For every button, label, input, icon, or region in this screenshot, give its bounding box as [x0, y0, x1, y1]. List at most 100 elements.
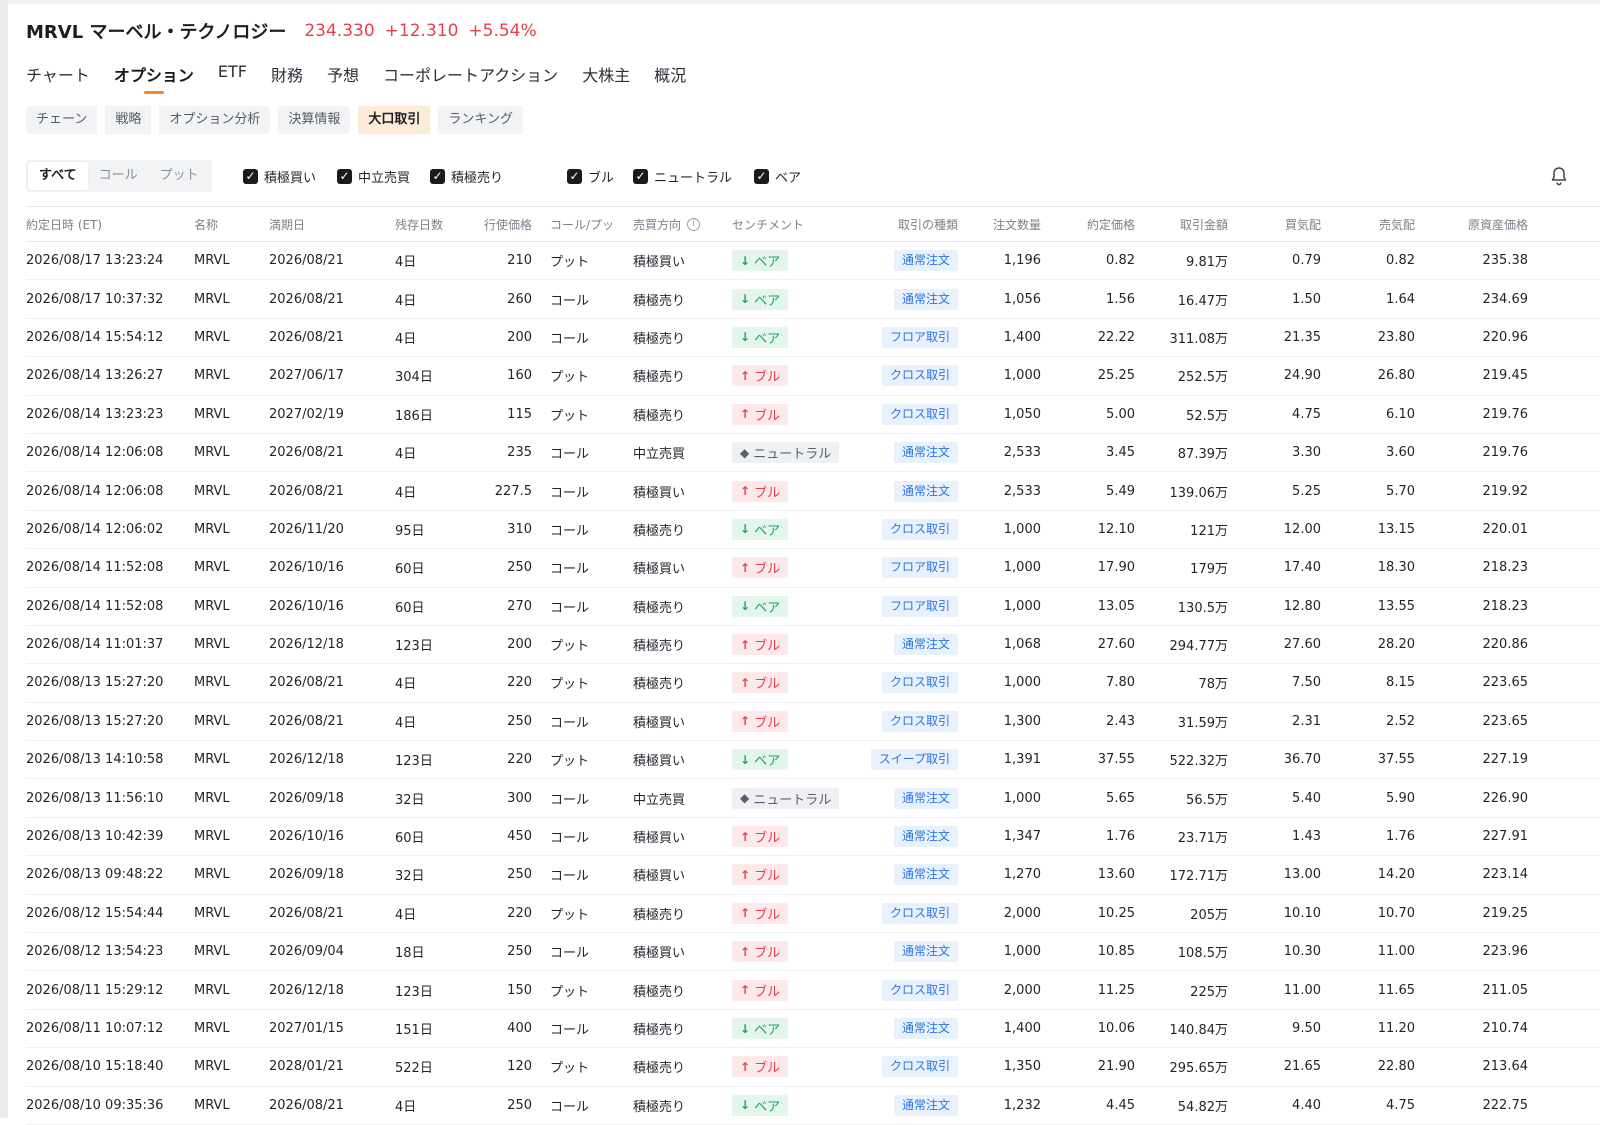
table-row[interactable]: 2026/08/13 14:10:58 MRVL 2026/12/18 123日 220…: [26, 741, 1600, 780]
cell-value: 37.55: [1097, 752, 1135, 768]
column-header[interactable]: 売買方向 i: [633, 207, 733, 241]
tab-item[interactable]: 大株主: [582, 62, 630, 94]
column-header[interactable]: 原資産価格: [1426, 207, 1528, 241]
table-cell: 2,533: [970, 472, 1041, 509]
tab-item[interactable]: コーポレートアクション: [383, 62, 558, 94]
column-header[interactable]: コール/プッ: [550, 207, 628, 241]
checkbox-icon[interactable]: ✓: [567, 168, 582, 184]
table-cell: 36.70: [1236, 741, 1321, 778]
filter-checkbox[interactable]: ✓ ニュートラル: [633, 166, 732, 186]
column-header[interactable]: 満期日: [269, 207, 389, 241]
subtab-item[interactable]: 大口取引: [358, 106, 431, 134]
table-row[interactable]: 2026/08/13 09:48:22 MRVL 2026/09/18 32日 250 コ…: [26, 856, 1600, 895]
cell-value: 22.80: [1377, 1059, 1415, 1075]
table-cell: 123日: [395, 971, 470, 1008]
table-row[interactable]: 2026/08/13 15:27:20 MRVL 2026/08/21 4日 220 プッ…: [26, 664, 1600, 703]
table-cell: 151日: [395, 1010, 470, 1047]
tab-item[interactable]: 財務: [271, 62, 303, 94]
table-cell: ↑ ブル: [732, 856, 862, 893]
checkbox-icon[interactable]: ✓: [430, 168, 445, 184]
table-cell: 2027/02/19: [269, 396, 389, 433]
cell-value: 積極売り: [633, 370, 686, 386]
cell-value: 252.5万: [1177, 370, 1228, 386]
table-row[interactable]: 2026/08/13 10:42:39 MRVL 2026/10/16 60日 450 コ…: [26, 818, 1600, 857]
column-header[interactable]: 行使価格: [466, 207, 532, 241]
checkbox-label: 積極買い: [264, 170, 317, 186]
table-row[interactable]: 2026/08/14 11:01:37 MRVL 2026/12/18 123日 200…: [26, 626, 1600, 665]
table-cell: 積極売り: [633, 280, 733, 317]
table-cell: 2026/08/13 15:27:20: [26, 703, 191, 740]
segment-button[interactable]: プット: [149, 162, 210, 190]
filter-checkbox[interactable]: ✓ ベア: [754, 166, 801, 186]
cell-value: 11.25: [1097, 982, 1135, 998]
subtab-item[interactable]: チェーン: [26, 106, 98, 134]
column-header[interactable]: 注文数量: [970, 207, 1041, 241]
segment-button[interactable]: すべて: [28, 162, 88, 190]
cell-value: プット: [550, 255, 590, 271]
table-cell: 2026/08/17 13:23:24: [26, 242, 191, 279]
filter-checkbox[interactable]: ✓ 積極買い: [243, 166, 316, 186]
table-row[interactable]: 2026/08/12 13:54:23 MRVL 2026/09/04 18日 250 コ…: [26, 933, 1600, 972]
cell-value: コール: [550, 946, 590, 962]
tab-item[interactable]: オプション: [114, 62, 194, 94]
checkbox-icon[interactable]: ✓: [243, 168, 258, 184]
table-row[interactable]: 2026/08/11 15:29:12 MRVL 2026/12/18 123日 150…: [26, 971, 1600, 1010]
table-row[interactable]: 2026/08/10 09:35:36 MRVL 2026/08/21 4日 250 コー…: [26, 1087, 1600, 1125]
bell-icon[interactable]: [1550, 166, 1568, 186]
table-row[interactable]: 2026/08/10 15:18:40 MRVL 2028/01/21 522日 120…: [26, 1048, 1600, 1087]
filter-checkbox[interactable]: ✓ 中立売買: [337, 166, 410, 186]
table-row[interactable]: 2026/08/14 11:52:08 MRVL 2026/10/16 60日 270 コ…: [26, 588, 1600, 626]
cell-value: 310: [507, 521, 532, 537]
table-row[interactable]: 2026/08/11 10:07:12 MRVL 2027/01/15 151日 400…: [26, 1010, 1600, 1049]
tab-item[interactable]: ETF: [218, 62, 247, 94]
table-row[interactable]: 2026/08/14 15:54:12 MRVL 2026/08/21 4日 200 コー…: [26, 319, 1600, 358]
subtab-item[interactable]: オプション分析: [159, 106, 271, 134]
table-row[interactable]: 2026/08/14 12:06:08 MRVL 2026/08/21 4日 227.5…: [26, 472, 1600, 511]
checkbox-icon[interactable]: ✓: [633, 168, 648, 184]
column-header[interactable]: 約定価格: [1056, 207, 1135, 241]
tab-item[interactable]: チャート: [26, 62, 90, 94]
table-cell: 223.96: [1426, 933, 1529, 970]
table-row[interactable]: 2026/08/12 15:54:44 MRVL 2026/08/21 4日 220 プッ…: [26, 895, 1600, 934]
sentiment-badge: ↑ ブル: [732, 902, 789, 924]
subtab-item[interactable]: 戦略: [105, 106, 152, 134]
table-row[interactable]: 2026/08/14 13:26:27 MRVL 2027/06/17 304日 160…: [26, 357, 1600, 396]
table-row[interactable]: 2026/08/17 10:37:32 MRVL 2026/08/21 4日 260 コー…: [26, 280, 1600, 319]
arrow-up-icon: ↑: [740, 675, 751, 690]
info-icon[interactable]: i: [687, 217, 701, 231]
table-cell: クロス取引: [864, 396, 958, 433]
cell-value: 13.00: [1283, 867, 1321, 883]
table-cell: 2026/10/16: [269, 818, 389, 855]
filter-checkbox[interactable]: ✓ ブル: [567, 166, 614, 186]
table-row[interactable]: 2026/08/14 12:06:08 MRVL 2026/08/21 4日 235 コー…: [26, 434, 1600, 473]
cell-value: 4日: [395, 447, 417, 463]
checkbox-icon[interactable]: ✓: [754, 168, 769, 184]
column-header[interactable]: 約定日時 (ET): [26, 207, 191, 241]
column-header[interactable]: 取引金額: [1136, 207, 1228, 241]
column-header[interactable]: 取引の種類: [864, 207, 958, 241]
column-header[interactable]: 売気配: [1326, 207, 1415, 241]
subtab-item[interactable]: 決算情報: [278, 106, 351, 134]
checkbox-icon[interactable]: ✓: [337, 168, 352, 184]
trade-type-tag: クロス取引: [881, 1056, 958, 1078]
table-cell: 10.06: [1056, 1010, 1135, 1047]
cell-value: 22.22: [1097, 329, 1135, 345]
sentiment-label: ブル: [754, 562, 781, 578]
table-row[interactable]: 2026/08/14 13:23:23 MRVL 2027/02/19 186日 115…: [26, 396, 1600, 434]
tab-item[interactable]: 概況: [654, 62, 686, 94]
column-header[interactable]: 名称: [194, 207, 264, 241]
table-row[interactable]: 2026/08/13 15:27:20 MRVL 2026/08/21 4日 250 コー…: [26, 703, 1600, 742]
filter-checkbox[interactable]: ✓ 積極売り: [430, 166, 503, 186]
segment-button[interactable]: コール: [88, 162, 149, 190]
tab-item[interactable]: 予想: [327, 62, 359, 94]
table-cell: 172.71万: [1136, 856, 1229, 893]
subtab-item[interactable]: ランキング: [438, 106, 524, 134]
table-row[interactable]: 2026/08/17 13:23:24 MRVL 2026/08/21 4日 210 プッ…: [26, 242, 1600, 281]
column-header[interactable]: 買気配: [1236, 207, 1321, 241]
column-header[interactable]: 残存日数: [395, 207, 470, 241]
table-row[interactable]: 2026/08/14 12:06:02 MRVL 2026/11/20 95日 310 コ…: [26, 511, 1600, 550]
column-header[interactable]: センチメント: [732, 207, 862, 241]
table-cell: 220.96: [1426, 319, 1529, 356]
table-row[interactable]: 2026/08/13 11:56:10 MRVL 2026/09/18 32日 300 コ…: [26, 779, 1600, 818]
table-row[interactable]: 2026/08/14 11:52:08 MRVL 2026/10/16 60日 250 コ…: [26, 549, 1600, 588]
